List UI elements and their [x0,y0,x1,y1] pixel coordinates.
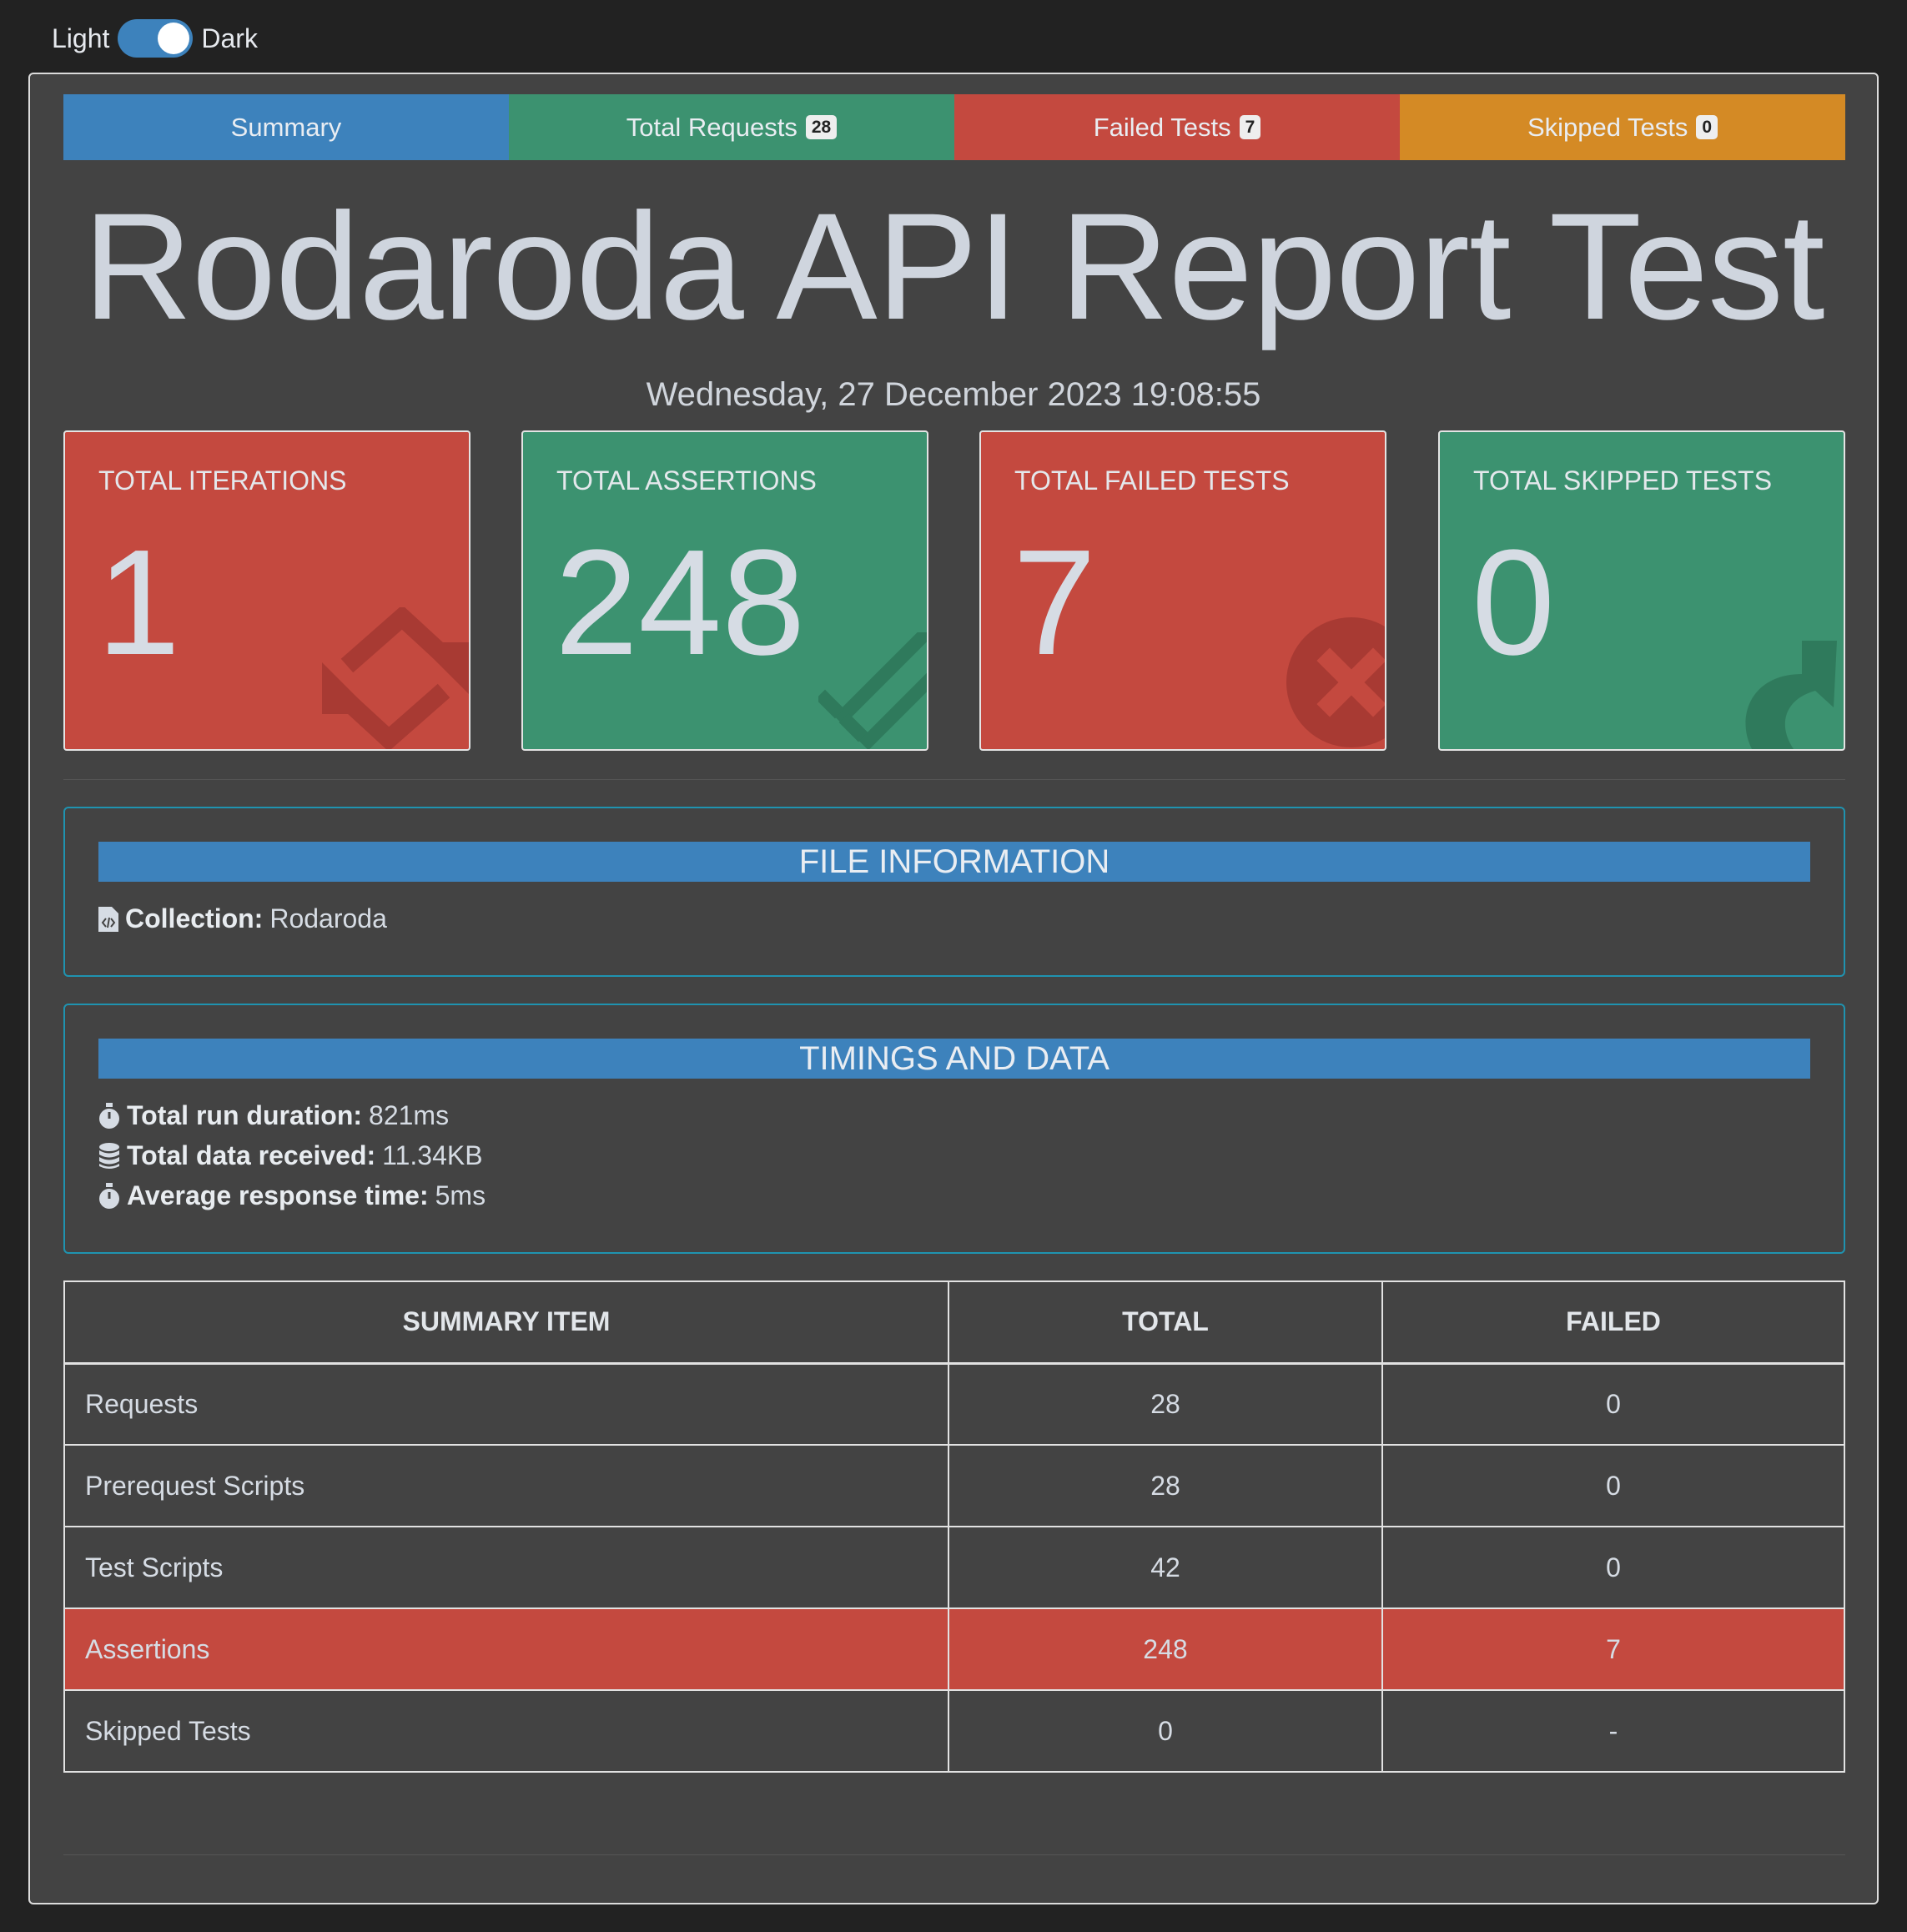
count-badge: 28 [805,115,838,139]
collection-value: Rodaroda [269,903,387,933]
summary-table: SUMMARY ITEM TOTAL FAILED Requests 28 0 … [63,1280,1845,1773]
stopwatch-icon [99,1102,119,1129]
total-cell: 28 [948,1444,1383,1527]
column-header: FAILED [1381,1280,1845,1364]
failed-cell: 7 [1381,1607,1845,1691]
tab-label: Total Requests [626,112,798,142]
summary-item-cell: Assertions [63,1607,949,1691]
timing-label: Average response time: [127,1180,429,1210]
timing-item: Total run duration: 821ms [98,1100,449,1131]
total-cell: 42 [948,1526,1383,1609]
file-information-panel: FILE INFORMATION Collection: Rodaroda [63,807,1845,977]
switch-knob [158,23,190,54]
theme-toggle: Light Dark [52,17,258,60]
failed-cell: - [1381,1689,1845,1773]
timing-label: Total run duration: [127,1100,363,1130]
total-cell: 248 [948,1607,1383,1691]
tab-failed-tests[interactable]: Failed Tests 7 [954,94,1400,160]
card-total-assertions: TOTAL ASSERTIONS 248 [521,430,928,751]
table-row: Test Scripts 42 0 [63,1526,1845,1609]
timings-panel: TIMINGS AND DATA Total run duration: 821… [63,1004,1845,1254]
database-icon [99,1142,119,1169]
timing-item: Total data received: 11.34KB [98,1140,483,1171]
card-total-skipped-tests: TOTAL SKIPPED TESTS 0 [1438,430,1845,751]
file-information-heading: FILE INFORMATION [98,842,1810,882]
summary-item-cell: Prerequest Scripts [63,1444,949,1527]
count-badge: 7 [1239,115,1261,139]
card-value: 0 [1472,519,1556,687]
timing-value: 5ms [435,1180,486,1210]
tab-label: Summary [230,112,342,142]
timing-item: Average response time: 5ms [98,1180,486,1211]
summary-item-cell: Requests [63,1362,949,1446]
summary-item-cell: Test Scripts [63,1526,949,1609]
theme-switch[interactable] [118,19,194,58]
table-row: Skipped Tests 0 - [63,1689,1845,1773]
page-title: Rodaroda API Report Test [83,181,1824,351]
column-header: TOTAL [948,1280,1383,1364]
divider [63,779,1845,780]
failed-cell: 0 [1381,1526,1845,1609]
tab-total-requests[interactable]: Total Requests 28 [509,94,954,160]
table-row-failed: Assertions 248 7 [63,1607,1845,1691]
card-value: 1 [97,519,181,687]
timing-value: 11.34KB [382,1140,483,1170]
card-label: TOTAL SKIPPED TESTS [1473,465,1773,496]
card-value: 7 [1013,519,1097,687]
collection-label: Collection: [125,903,264,933]
tab-label: Failed Tests [1093,112,1231,142]
card-value: 248 [555,519,806,687]
dark-label: Dark [201,23,258,53]
times-circle-icon [1286,617,1385,747]
report-container: Summary Total Requests 28 Failed Tests 7… [28,73,1879,1904]
total-cell: 0 [948,1689,1383,1773]
stat-cards: TOTAL ITERATIONS 1 TOTAL ASSERTIONS 248 [63,430,1845,751]
nav-tabs: Summary Total Requests 28 Failed Tests 7… [63,94,1845,160]
table-row: Requests 28 0 [63,1362,1845,1446]
timings-heading: TIMINGS AND DATA [98,1039,1810,1079]
share-arrow-icon [1745,641,1837,749]
count-badge: 0 [1696,115,1718,139]
file-code-icon [98,906,118,932]
list-check-icon [818,632,927,749]
sync-icon [322,607,469,749]
tab-summary[interactable]: Summary [63,94,509,160]
card-total-failed-tests: TOTAL FAILED TESTS 7 [979,430,1386,751]
light-label: Light [52,23,110,53]
failed-cell: 0 [1381,1362,1845,1446]
timing-value: 821ms [369,1100,450,1130]
total-cell: 28 [948,1362,1383,1446]
tab-label: Skipped Tests [1527,112,1688,142]
timing-label: Total data received: [127,1140,376,1170]
summary-item-cell: Skipped Tests [63,1689,949,1773]
stopwatch-icon [99,1182,119,1209]
tab-skipped-tests[interactable]: Skipped Tests 0 [1400,94,1845,160]
table-header-row: SUMMARY ITEM TOTAL FAILED [63,1280,1845,1364]
card-label: TOTAL ITERATIONS [98,465,347,496]
divider [63,1854,1845,1855]
table-row: Prerequest Scripts 28 0 [63,1444,1845,1527]
card-total-iterations: TOTAL ITERATIONS 1 [63,430,470,751]
column-header: SUMMARY ITEM [63,1280,949,1364]
collection-line: Collection: Rodaroda [98,903,387,934]
card-label: TOTAL FAILED TESTS [1014,465,1290,496]
card-label: TOTAL ASSERTIONS [556,465,817,496]
report-date: Wednesday, 27 December 2023 19:08:55 [646,376,1261,413]
failed-cell: 0 [1381,1444,1845,1527]
